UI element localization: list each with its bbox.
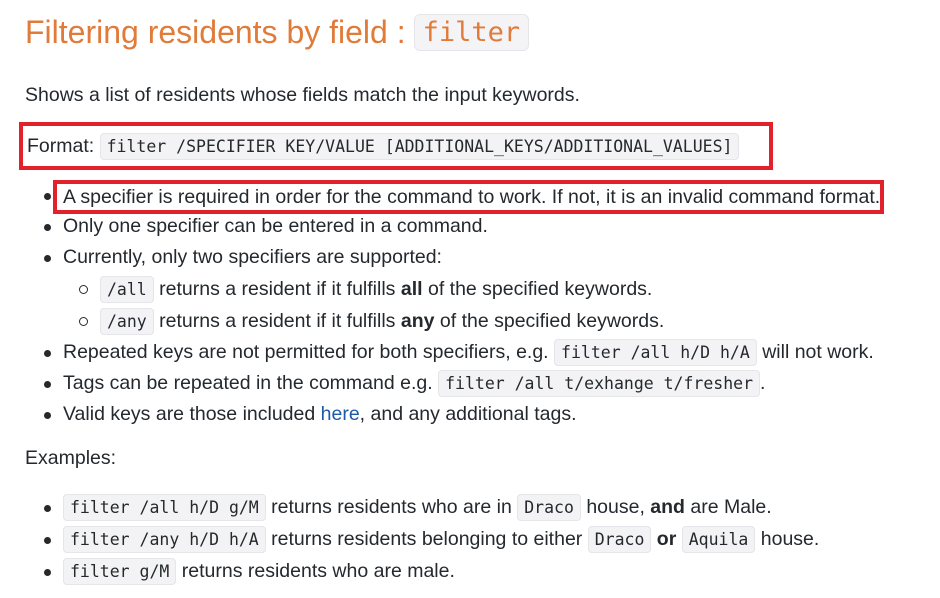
format-label: Format: [27,134,95,157]
rule-text: of the specified keywords. [439,310,665,332]
rule-text: returns a resident if it fulfills [159,278,396,300]
example-text: house. [760,528,820,550]
rule-text: . [760,372,766,394]
code-snippet: filter /any h/D h/A [63,526,266,553]
section-heading: Filtering residents by field : filter [25,14,530,51]
list-item: Valid keys are those included here, and … [43,399,884,430]
code-snippet: /any [100,308,154,335]
example-text: are Male. [690,496,772,518]
rule-text: Currently, only two specifiers are suppo… [63,246,442,268]
example-text: returns residents who are male. [181,560,455,582]
code-snippet: Draco [587,526,652,553]
examples-heading: Examples: [25,447,117,469]
rule-text: of the specified keywords. [427,278,653,300]
code-snippet: filter g/M [63,558,177,585]
code-snippet: Aquila [681,526,756,553]
format-code: filter /SPECIFIER KEY/VALUE [ADDITIONAL_… [99,132,740,160]
required-specifier-highlight: A specifier is required in order for the… [53,180,885,214]
sub-list-container: /all returns a resident if it fulfills a… [43,273,884,337]
list-item: filter /all h/D g/M returns residents wh… [43,491,819,523]
rule-text: A specifier is required in order for the… [63,186,881,208]
heading-text: Filtering residents by field : [25,14,406,50]
example-text: returns residents who are in [271,496,512,518]
list-item: filter /any h/D h/A returns residents be… [43,523,819,555]
rule-text: , and any additional tags. [359,403,577,425]
code-snippet: filter /all h/D h/A [554,339,757,366]
list-item: A specifier is required in order for the… [43,180,885,214]
intro-text: Shows a list of residents whose fields m… [25,84,580,106]
list-item: Tags can be repeated in the command e.g.… [43,368,884,399]
code-snippet: /all [100,276,154,303]
bold-text: any [400,310,435,332]
list-item: Only one specifier can be entered in a c… [43,211,884,242]
heading-code: filter [413,14,530,51]
example-text: house, [586,496,645,518]
code-snippet: filter /all h/D g/M [63,494,266,521]
rule-text: Tags can be repeated in the command e.g. [63,372,433,394]
format-highlight-box: Format: filter /SPECIFIER KEY/VALUE [ADD… [19,122,773,170]
list-item: /all returns a resident if it fulfills a… [43,273,884,305]
list-item: Currently, only two specifiers are suppo… [43,242,884,273]
rule-text: will not work. [762,341,874,363]
rule-text: Repeated keys are not permitted for both… [63,341,549,363]
specifier-sublist: /all returns a resident if it fulfills a… [43,273,884,337]
bold-text: or [656,528,677,550]
rules-list: A specifier is required in order for the… [43,180,885,430]
bold-text: all [400,278,423,300]
document-page: Filtering residents by field : filter Sh… [0,0,940,598]
rule-text: Valid keys are those included [63,403,316,425]
here-link[interactable]: here [321,403,360,425]
code-snippet: Draco [517,494,581,521]
examples-list: filter /all h/D g/M returns residents wh… [43,491,819,587]
list-item: Repeated keys are not permitted for both… [43,337,884,368]
code-snippet: filter /all t/exhange t/fresher [438,370,761,397]
rule-text: returns a resident if it fulfills [159,310,396,332]
list-item: filter g/M returns residents who are mal… [43,555,819,587]
bold-text: and [650,496,685,518]
example-text: returns residents belonging to either [271,528,583,550]
list-item: /any returns a resident if it fulfills a… [43,305,884,337]
rule-text: Only one specifier can be entered in a c… [63,215,488,237]
